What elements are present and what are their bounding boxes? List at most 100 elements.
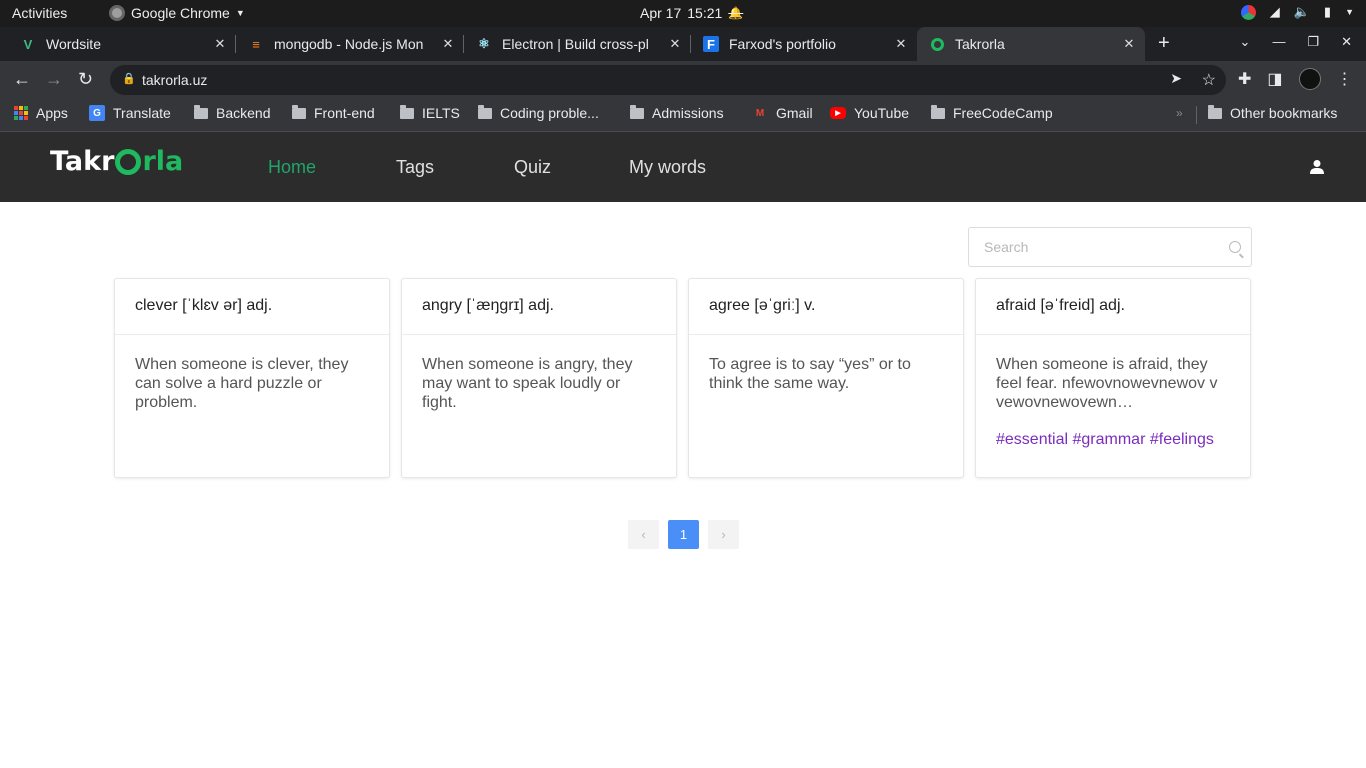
search-box	[968, 227, 1252, 267]
bookmark-backend[interactable]: Backend	[194, 104, 270, 121]
search-icon[interactable]	[1229, 241, 1241, 253]
word-tags[interactable]: #essential #grammar #feelings	[996, 430, 1230, 449]
profile-avatar[interactable]	[1298, 68, 1321, 90]
bookmark-label: Other bookmarks	[1230, 105, 1338, 121]
nav-my-words[interactable]: My words	[629, 157, 706, 178]
extensions-icon[interactable]: ✚	[1238, 69, 1251, 89]
toolbar-actions: ✚ ◨ ⋮	[1238, 68, 1353, 90]
tab-title: Takrorla	[955, 36, 1005, 52]
close-icon[interactable]: ✕	[440, 36, 456, 52]
bookmark-translate[interactable]: G Translate	[89, 105, 171, 121]
minimize-icon[interactable]: —	[1272, 34, 1285, 50]
bookmark-other[interactable]: Other bookmarks	[1208, 104, 1338, 121]
youtube-icon: ▶	[830, 107, 846, 119]
word-title: afraid [əˈfreid] adj.	[976, 279, 1250, 335]
back-arrow-icon[interactable]: ←	[13, 69, 31, 90]
folder-icon	[400, 104, 414, 119]
card-body: When someone is angry, they may want to …	[402, 335, 676, 412]
folder-icon	[478, 104, 492, 119]
folder-icon	[292, 104, 306, 119]
word-card[interactable]: agree [əˈgriː] v. To agree is to say “ye…	[688, 278, 964, 478]
system-tray[interactable]: ◢ 🔈 ▮ ▼	[1240, 4, 1354, 20]
tab-electron[interactable]: ⚛ Electron | Build cross-pl ✕	[464, 27, 691, 61]
side-panel-icon[interactable]: ◨	[1267, 69, 1282, 89]
tab-takrorla[interactable]: Takrorla ✕	[917, 27, 1145, 61]
pagination-page-button[interactable]: 1	[668, 520, 699, 549]
word-card[interactable]: angry [ˈæŋgrɪ] adj. When someone is angr…	[401, 278, 677, 478]
close-icon[interactable]: ✕	[1121, 36, 1137, 52]
bookmark-apps[interactable]: Apps	[14, 105, 68, 121]
bookmark-label: Gmail	[776, 105, 813, 121]
takrorla-logo[interactable]: Takr rla	[50, 146, 183, 177]
word-card[interactable]: afraid [əˈfreid] adj. When someone is af…	[975, 278, 1251, 478]
bookmark-star-icon[interactable]: ☆	[1202, 70, 1216, 90]
bookmark-label: Apps	[36, 105, 68, 121]
word-definition: When someone is afraid, they feel fear. …	[996, 356, 1218, 411]
close-icon[interactable]: ✕	[212, 36, 228, 52]
menu-kebab-icon[interactable]: ⋮	[1337, 69, 1353, 89]
word-definition: To agree is to say “yes” or to think the…	[709, 356, 911, 392]
tab-title: Electron | Build cross-pl	[502, 36, 649, 52]
close-icon[interactable]: ✕	[667, 36, 683, 52]
logo-ring-icon	[115, 149, 142, 175]
tab-wordsite[interactable]: V Wordsite ✕	[8, 27, 236, 61]
tab-search-icon[interactable]: ⌄	[1240, 34, 1251, 50]
time: 15:21	[687, 5, 723, 21]
nav-home[interactable]: Home	[268, 157, 316, 178]
clock[interactable]: Apr 17 15:21 🔔	[640, 5, 743, 21]
restore-icon[interactable]: ❐	[1307, 34, 1319, 50]
search-input[interactable]	[969, 228, 1219, 266]
nav-quiz[interactable]: Quiz	[514, 157, 551, 178]
new-tab-button[interactable]: +	[1158, 32, 1170, 55]
activities-button[interactable]: Activities	[12, 5, 67, 21]
word-title: angry [ˈæŋgrɪ] adj.	[402, 279, 676, 335]
send-icon[interactable]: ➤	[1170, 70, 1182, 87]
tab-mongodb[interactable]: ≡ mongodb - Node.js Mon ✕	[236, 27, 464, 61]
close-window-icon[interactable]: ✕	[1341, 34, 1352, 50]
reload-icon[interactable]: ↻	[78, 69, 93, 90]
translate-icon: G	[89, 105, 105, 121]
bookmark-youtube[interactable]: ▶ YouTube	[830, 105, 909, 121]
f-icon: F	[703, 36, 719, 52]
folder-icon	[931, 104, 945, 119]
bookmark-ielts[interactable]: IELTS	[400, 104, 460, 121]
lock-icon[interactable]: 🔒	[122, 72, 136, 85]
logo-text-start: Takr	[50, 146, 115, 177]
url-text: takrorla.uz	[142, 72, 208, 88]
more-bookmarks-icon[interactable]: »	[1176, 106, 1183, 120]
bookmark-label: Coding proble...	[500, 105, 599, 121]
notifications-muted-icon: 🔔	[728, 6, 744, 20]
nav-tags[interactable]: Tags	[396, 157, 434, 178]
address-bar[interactable]: 🔒 takrorla.uz ➤ ☆	[110, 65, 1226, 95]
close-icon[interactable]: ✕	[893, 36, 909, 52]
tab-portfolio[interactable]: F Farxod's portfolio ✕	[691, 27, 917, 61]
tab-title: Farxod's portfolio	[729, 36, 836, 52]
forward-arrow-icon[interactable]: →	[45, 69, 63, 90]
bookmark-label: Admissions	[652, 105, 724, 121]
system-top-bar: Activities Google Chrome ▼ Apr 17 15:21 …	[0, 0, 1366, 27]
word-card[interactable]: clever [ˈklɛv ər] adj. When someone is c…	[114, 278, 390, 478]
card-body: To agree is to say “yes” or to think the…	[689, 335, 963, 393]
folder-icon	[1208, 104, 1222, 119]
card-body: When someone is afraid, they feel fear. …	[976, 335, 1250, 449]
bookmark-freecodecamp[interactable]: FreeCodeCamp	[931, 104, 1053, 121]
battery-icon: ▮	[1323, 4, 1332, 19]
pagination-prev-button[interactable]: ‹	[628, 520, 659, 549]
bookmark-label: YouTube	[854, 105, 910, 121]
folder-icon	[630, 104, 644, 119]
bookmark-label: IELTS	[422, 105, 460, 121]
user-icon[interactable]	[1309, 159, 1325, 175]
date: Apr 17	[640, 5, 682, 21]
caret-down-icon: ▼	[235, 8, 245, 18]
app-menu[interactable]: Google Chrome ▼	[109, 5, 245, 21]
wifi-icon: ◢	[1269, 4, 1280, 19]
chrome-icon	[109, 5, 125, 21]
app-name: Google Chrome	[131, 5, 230, 21]
pagination-next-button[interactable]: ›	[708, 520, 739, 549]
bookmark-admissions[interactable]: Admissions	[630, 104, 724, 121]
bookmark-coding-problems[interactable]: Coding proble...	[478, 104, 599, 121]
google-account-icon	[1240, 4, 1256, 20]
bookmark-front-end[interactable]: Front-end	[292, 104, 375, 121]
logo-text-end: rla	[142, 146, 184, 177]
bookmark-gmail[interactable]: M Gmail	[752, 105, 813, 121]
